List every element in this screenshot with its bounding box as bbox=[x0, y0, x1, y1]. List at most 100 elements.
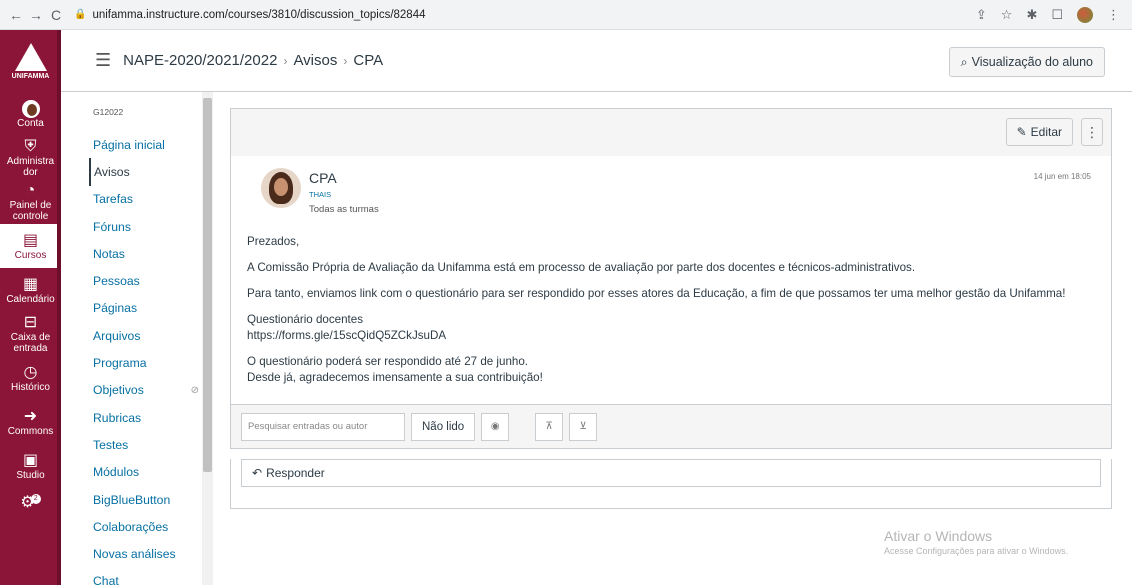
course-nav-item-notas[interactable]: Notas bbox=[89, 240, 199, 267]
breadcrumb: NAPE-2020/2021/2022 › Avisos › CPA bbox=[123, 52, 383, 69]
questionnaire-link[interactable]: https://forms.gle/15scQidQ5ZCkJsuDA bbox=[247, 329, 446, 342]
course-nav-item-paginas[interactable]: Páginas bbox=[89, 295, 199, 322]
search-input[interactable]: Pesquisar entradas ou autor bbox=[241, 412, 405, 441]
watermark-subtitle: Acesse Configurações para ativar o Windo… bbox=[884, 546, 1069, 556]
lock-icon: 🔒 bbox=[74, 9, 87, 20]
window-icon[interactable]: ☐ bbox=[1051, 7, 1063, 23]
gnav-commons[interactable]: ➜ Commons bbox=[0, 400, 61, 444]
course-nav-item-testes[interactable]: Testes bbox=[89, 431, 199, 458]
author-name[interactable]: CPA bbox=[309, 170, 337, 186]
gnav-help[interactable]: ⚙2 bbox=[0, 488, 61, 518]
closing-block: O questionário poderá ser respondido até… bbox=[247, 354, 1095, 386]
course-nav-item-chat[interactable]: Chat bbox=[89, 568, 199, 585]
breadcrumb-avisos[interactable]: Avisos bbox=[293, 52, 337, 69]
windows-activation-watermark: Ativar o Windows Acesse Configurações pa… bbox=[884, 528, 1068, 556]
body-paragraph: A Comissão Própria de Avaliação da Unifa… bbox=[247, 261, 916, 274]
back-button[interactable]: ← bbox=[6, 7, 26, 23]
hamburger-menu-icon[interactable]: ☰ bbox=[95, 50, 111, 71]
author-role: THAIS bbox=[309, 190, 332, 199]
eye-icon[interactable]: ◉ bbox=[481, 412, 510, 441]
forward-button[interactable]: → bbox=[26, 7, 46, 23]
user-avatar-icon bbox=[21, 99, 40, 118]
reload-button[interactable]: C bbox=[46, 7, 66, 23]
gnav-dashboard[interactable]: ◔ Painel de controle bbox=[0, 180, 61, 224]
glasses-icon: ⌕ bbox=[960, 54, 968, 69]
course-nav-label: Chat bbox=[93, 574, 119, 585]
chevron-right-icon: › bbox=[283, 53, 288, 68]
course-nav-label: Fóruns bbox=[93, 219, 131, 234]
edit-button[interactable]: ✎ Editar bbox=[1005, 118, 1073, 146]
share-icon[interactable]: ⇪ bbox=[976, 7, 987, 23]
discussion-filter-bar: Pesquisar entradas ou autor Não lido ◉ ⊼… bbox=[230, 404, 1112, 449]
body-paragraph: Prezados, bbox=[247, 235, 300, 248]
course-nav-item-objetivos[interactable]: Objetivos ⊘ bbox=[89, 377, 199, 404]
gnav-inbox[interactable]: ⊟ Caixa de entrada bbox=[0, 312, 61, 356]
author-avatar[interactable] bbox=[261, 168, 301, 208]
logo-text: UNIFAMMA bbox=[11, 72, 50, 80]
notification-badge: 2 bbox=[30, 494, 41, 504]
gnav-cursos[interactable]: ▤ Cursos bbox=[0, 224, 61, 268]
course-nav-scrollbar[interactable] bbox=[202, 92, 213, 585]
announcement-body: Prezados, A Comissão Própria de Avaliaçã… bbox=[247, 234, 1095, 386]
body-paragraph: Para tanto, enviamos link com o question… bbox=[247, 287, 1066, 300]
gnav-label: Painel de controle bbox=[9, 200, 52, 222]
extensions-icon[interactable]: ✱ bbox=[1026, 7, 1037, 23]
browser-toolbar: ← → C 🔒 unifamma.instructure.com/courses… bbox=[0, 0, 1132, 30]
collapse-icon[interactable]: ⊼ bbox=[535, 412, 564, 441]
link-title: Questionário docentes bbox=[247, 313, 364, 326]
post-timestamp: 14 jun em 18:05 bbox=[1033, 172, 1091, 181]
unread-filter-button[interactable]: Não lido bbox=[411, 412, 476, 441]
gnav-conta[interactable]: Conta bbox=[0, 92, 61, 136]
reply-label: Responder bbox=[266, 466, 325, 480]
gnav-studio[interactable]: ▣ Studio bbox=[0, 444, 61, 488]
menu-icon[interactable]: ⋮ bbox=[1107, 7, 1120, 23]
logo-mark bbox=[14, 42, 47, 71]
course-nav-item-rubricas[interactable]: Rubricas bbox=[89, 404, 199, 431]
course-nav-item-arquivos[interactable]: Arquivos bbox=[89, 322, 199, 349]
course-nav-item-foruns[interactable]: Fóruns bbox=[89, 213, 199, 240]
page-header: ☰ NAPE-2020/2021/2022 › Avisos › CPA ⌕ V… bbox=[61, 30, 1132, 92]
course-nav-item-programa[interactable]: Programa bbox=[89, 349, 199, 376]
url-text: unifamma.instructure.com/courses/3810/di… bbox=[92, 8, 426, 21]
course-nav-item-pagina-inicial[interactable]: Página inicial bbox=[89, 131, 199, 158]
gnav-label: Caixa de entrada bbox=[10, 332, 51, 354]
star-icon[interactable]: ☆ bbox=[1001, 7, 1013, 23]
course-nav-item-tarefas[interactable]: Tarefas bbox=[89, 186, 199, 213]
course-nav-label: Novas análises bbox=[93, 547, 176, 562]
gnav-admin[interactable]: ⛨ Administra dor bbox=[0, 136, 61, 180]
course-nav-item-pessoas[interactable]: Pessoas bbox=[89, 267, 199, 294]
course-nav-label: Módulos bbox=[93, 465, 140, 480]
link-block: Questionário docentes https://forms.gle/… bbox=[247, 312, 1095, 344]
course-nav-item-colaboracoes[interactable]: Colaborações bbox=[89, 513, 199, 540]
dashboard-icon: ◔ bbox=[25, 182, 36, 199]
pencil-icon: ✎ bbox=[1016, 125, 1027, 139]
shield-icon: ⛨ bbox=[24, 138, 37, 155]
unifamma-logo[interactable]: UNIFAMMA bbox=[0, 30, 61, 92]
course-nav-label: Avisos bbox=[94, 164, 130, 179]
student-view-button[interactable]: ⌕ Visualização do aluno bbox=[948, 47, 1105, 77]
profile-avatar[interactable] bbox=[1077, 6, 1093, 23]
gnav-label: Administra dor bbox=[6, 156, 55, 178]
breadcrumb-course[interactable]: NAPE-2020/2021/2022 bbox=[123, 52, 277, 69]
expand-icon[interactable]: ⊻ bbox=[569, 412, 598, 441]
gnav-label: Conta bbox=[17, 117, 44, 129]
chevron-right-icon: › bbox=[343, 53, 348, 68]
course-nav-item-avisos[interactable]: Avisos bbox=[89, 158, 199, 186]
inbox-icon: ⊟ bbox=[23, 314, 38, 331]
course-nav-item-modulos[interactable]: Módulos bbox=[89, 459, 199, 486]
gnav-historico[interactable]: ◷ Histórico bbox=[0, 356, 61, 400]
course-nav: G12022 Página inicial Avisos Tarefas Fór… bbox=[61, 92, 213, 585]
address-bar[interactable]: 🔒 unifamma.instructure.com/courses/3810/… bbox=[74, 4, 976, 26]
deadline-text: O questionário poderá ser respondido até… bbox=[247, 355, 529, 368]
course-nav-label: Arquivos bbox=[93, 328, 141, 343]
global-nav: UNIFAMMA Conta ⛨ Administra dor ◔ Painel… bbox=[0, 30, 61, 585]
clock-icon: ◷ bbox=[23, 363, 38, 381]
edit-label: Editar bbox=[1030, 125, 1062, 139]
course-nav-item-bigbluebutton[interactable]: BigBlueButton bbox=[89, 486, 199, 513]
course-nav-item-novas-analises[interactable]: Novas análises bbox=[89, 540, 199, 567]
reply-button[interactable]: ↶ Responder bbox=[241, 459, 1101, 487]
scrollbar-thumb[interactable] bbox=[203, 98, 212, 472]
reply-area: ↶ Responder bbox=[230, 459, 1112, 509]
more-options-button[interactable]: ⋮ bbox=[1081, 118, 1103, 146]
gnav-calendario[interactable]: ▦ Calendário bbox=[0, 268, 61, 312]
